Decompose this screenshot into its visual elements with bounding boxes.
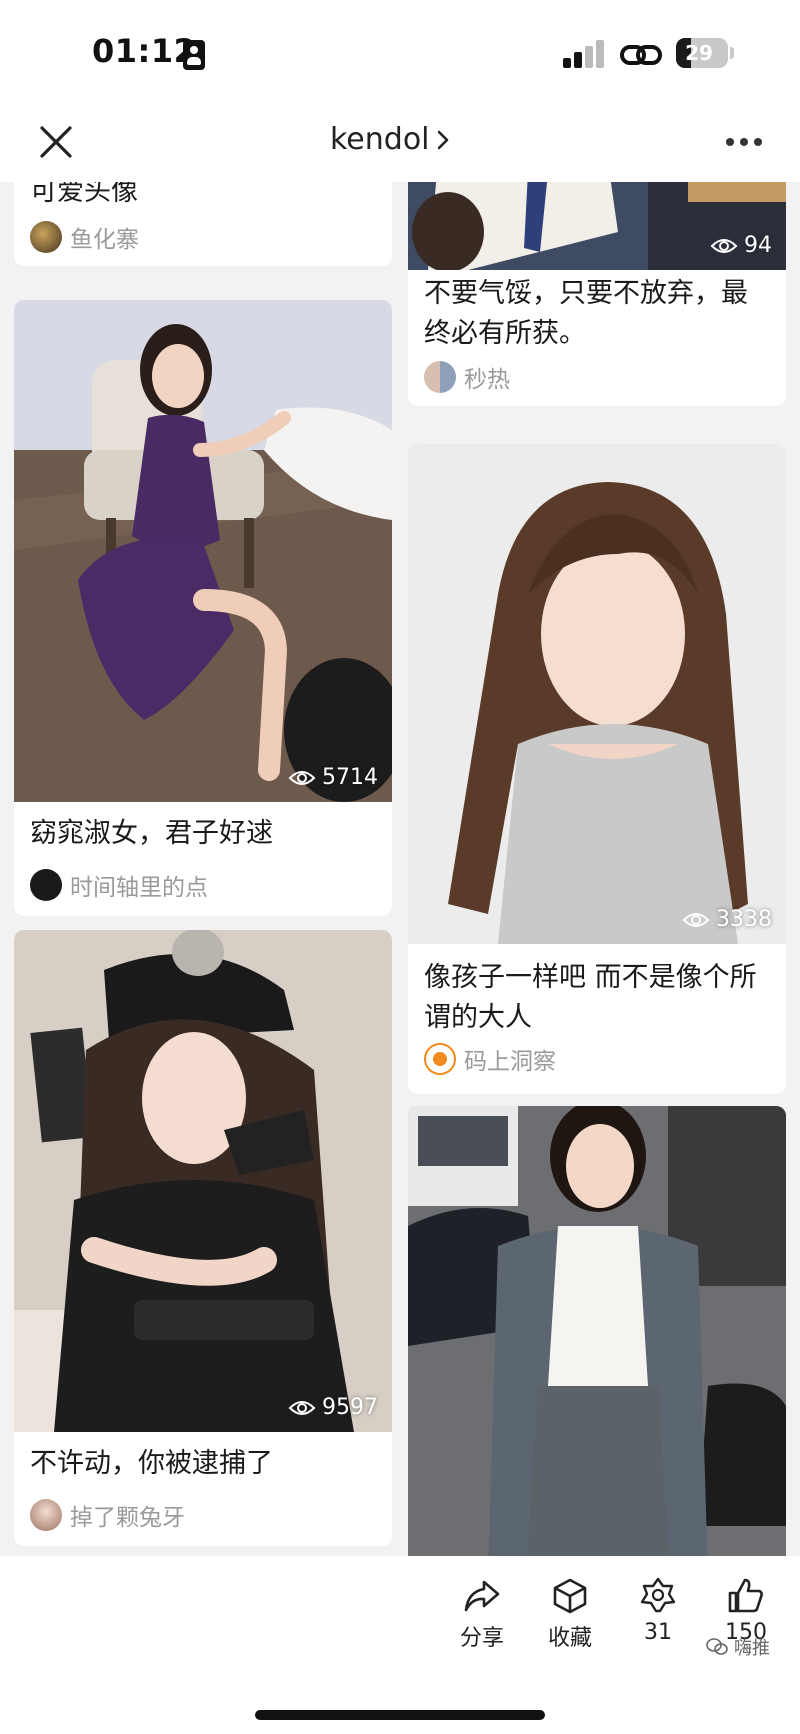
wechat-icon xyxy=(706,1638,728,1655)
author-name: 秒热 xyxy=(464,367,510,393)
gem-button[interactable]: 31 xyxy=(618,1576,698,1645)
view-count-value: 94 xyxy=(744,233,772,258)
status-time: 01:12 xyxy=(92,32,197,70)
brand-dot xyxy=(433,1052,447,1066)
eye-icon xyxy=(288,770,316,785)
post-image: 5714 xyxy=(14,300,392,802)
view-count-value: 9597 xyxy=(322,1395,378,1420)
post-author[interactable]: 码上洞察 xyxy=(424,1042,556,1076)
post-card[interactable]: 9597 不许动，你被逮捕了 掉了颗兔牙 xyxy=(14,930,392,1546)
share-label: 分享 xyxy=(459,1626,504,1651)
status-bar: 01:12 29 xyxy=(0,0,800,104)
id-card-icon xyxy=(183,40,205,70)
nav-bar: kendol xyxy=(0,104,800,182)
collect-label: 收藏 xyxy=(547,1626,592,1651)
post-image: 3338 xyxy=(408,444,786,944)
view-count: 5714 xyxy=(288,765,378,790)
post-author[interactable]: 时间轴里的点 xyxy=(30,868,208,902)
author-name: 码上洞察 xyxy=(464,1049,556,1075)
gem-icon xyxy=(640,1577,676,1613)
battery-nub xyxy=(730,47,734,59)
post-title: 窈窕淑女，君子好逑 xyxy=(30,818,273,849)
avatar xyxy=(424,1043,456,1075)
nav-title: kendol xyxy=(330,122,430,157)
post-title: 可爱头像 xyxy=(30,182,138,207)
post-card[interactable]: 3338 像孩子一样吧 而不是像个所谓的大人 码上洞察 xyxy=(408,444,786,1094)
view-count-value: 5714 xyxy=(322,765,378,790)
view-count-value: 3338 xyxy=(716,907,772,932)
collect-icon xyxy=(553,1578,587,1614)
watermark: 嗨推 xyxy=(706,1634,770,1660)
link-icon xyxy=(620,45,662,65)
post-image xyxy=(408,1106,786,1556)
signal-icon xyxy=(563,40,605,68)
collect-button[interactable]: 收藏 xyxy=(530,1576,610,1652)
more-icon[interactable] xyxy=(724,130,764,154)
post-card[interactable]: 可爱头像 鱼化寨 xyxy=(14,182,392,266)
action-bar: 分享 收藏 31 150 嗨推 xyxy=(0,1556,800,1734)
share-button[interactable]: 分享 xyxy=(442,1576,522,1652)
view-count: 94 xyxy=(710,233,772,258)
post-title: 像孩子一样吧 而不是像个所谓的大人 xyxy=(424,962,757,1033)
author-name: 时间轴里的点 xyxy=(70,875,208,901)
like-icon xyxy=(728,1578,763,1613)
post-title: 不许动，你被逮捕了 xyxy=(30,1448,273,1479)
chevron-right-icon xyxy=(437,130,448,149)
avatar xyxy=(30,221,62,253)
battery-icon: 29 xyxy=(676,38,728,68)
post-author[interactable]: 鱼化寨 xyxy=(30,220,139,254)
eye-icon xyxy=(710,238,738,253)
author-name: 掉了颗兔牙 xyxy=(70,1505,185,1531)
share-icon xyxy=(464,1580,500,1612)
battery-level: 29 xyxy=(685,41,713,65)
post-title: 不要气馁，只要不放弃，最终必有所获。 xyxy=(424,278,748,349)
post-card[interactable] xyxy=(408,1106,786,1556)
eye-icon xyxy=(288,1400,316,1415)
post-image: 9597 xyxy=(14,930,392,1432)
close-icon[interactable] xyxy=(36,122,76,162)
gem-count: 31 xyxy=(644,1620,672,1645)
post-author[interactable]: 秒热 xyxy=(424,360,510,394)
home-indicator[interactable] xyxy=(255,1710,545,1720)
avatar xyxy=(30,1499,62,1531)
avatar xyxy=(424,361,456,393)
post-author[interactable]: 掉了颗兔牙 xyxy=(30,1498,185,1532)
author-name: 鱼化寨 xyxy=(70,227,139,253)
view-count: 3338 xyxy=(682,907,772,932)
post-image: 94 xyxy=(408,182,786,270)
watermark-text: 嗨推 xyxy=(734,1638,770,1659)
feed: 可爱头像 鱼化寨 5714 窈窕淑女，君子好逑 时间轴里的点 9597 不许动，… xyxy=(0,182,800,1556)
profile-link[interactable]: kendol xyxy=(330,122,450,157)
post-card[interactable]: 94 不要气馁，只要不放弃，最终必有所获。 秒热 xyxy=(408,182,786,406)
view-count: 9597 xyxy=(288,1395,378,1420)
avatar xyxy=(30,869,62,901)
eye-icon xyxy=(682,912,710,927)
post-card[interactable]: 5714 窈窕淑女，君子好逑 时间轴里的点 xyxy=(14,300,392,916)
